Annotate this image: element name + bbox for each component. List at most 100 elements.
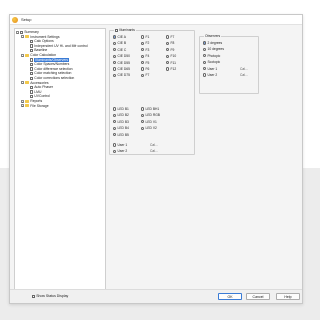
user-illuminant-option[interactable]: User 2 (113, 149, 127, 153)
observer-option[interactable]: User 2 (203, 73, 217, 77)
illuminant-option[interactable]: CIE C (113, 48, 126, 52)
radio-button[interactable] (141, 126, 145, 130)
radio-button[interactable] (141, 35, 145, 39)
observer-option-label: User 2 (207, 73, 218, 77)
illuminant-option[interactable]: F10 (166, 54, 176, 58)
expand-icon[interactable]: + (21, 104, 24, 108)
led-option[interactable]: LED BH1 (141, 107, 159, 111)
led-option-label: LED BH1 (145, 107, 160, 111)
radio-button[interactable] (141, 41, 145, 45)
led-option[interactable]: LED V1 (141, 120, 157, 124)
observer-option[interactable]: 10 degrees (203, 47, 224, 51)
radio-button[interactable] (113, 54, 117, 58)
radio-button[interactable] (141, 120, 145, 124)
illuminants-enable-checkbox[interactable] (115, 29, 118, 33)
radio-button[interactable] (113, 73, 117, 77)
browse-button[interactable]: Cal... (150, 149, 158, 153)
radio-button[interactable] (113, 61, 117, 65)
radio-button[interactable] (203, 47, 207, 51)
ok-button[interactable]: OK (218, 293, 242, 300)
observer-option[interactable]: 2 degrees (203, 41, 222, 45)
radio-button[interactable] (166, 35, 170, 39)
collapse-icon[interactable]: − (21, 35, 24, 39)
browse-button[interactable]: Cal... (150, 143, 158, 147)
led-option[interactable]: LED B1 (113, 107, 129, 111)
radio-button[interactable] (166, 41, 170, 45)
radio-button[interactable] (141, 61, 145, 65)
observer-option[interactable]: User 1 (203, 67, 217, 71)
illuminant-option[interactable]: CIE D75 (113, 73, 130, 77)
radio-button[interactable] (141, 107, 145, 111)
radio-button[interactable] (141, 113, 145, 117)
illuminant-option[interactable]: F1 (141, 35, 149, 39)
radio-button[interactable] (141, 73, 145, 77)
led-option[interactable]: LED RGB (141, 113, 160, 117)
radio-button[interactable] (113, 48, 117, 52)
radio-button[interactable] (113, 113, 117, 117)
radio-button[interactable] (113, 126, 117, 130)
led-option[interactable]: LED B3 (113, 120, 129, 124)
collapse-icon[interactable]: − (21, 53, 24, 57)
illuminant-option[interactable]: CIE B (113, 41, 126, 45)
radio-button[interactable] (113, 41, 117, 45)
illuminant-option[interactable]: F3 (141, 48, 149, 52)
led-option[interactable]: LED V2 (141, 126, 157, 130)
illuminant-option[interactable]: F9 (166, 48, 174, 52)
led-option[interactable]: LED B2 (113, 113, 129, 117)
illuminant-option[interactable]: F5 (141, 61, 149, 65)
illuminant-option[interactable]: F11 (166, 61, 176, 65)
radio-button[interactable] (141, 48, 145, 52)
illuminant-option[interactable]: CIE D65 (113, 67, 130, 71)
observer-option-label: 10 degrees (207, 47, 224, 52)
illuminant-option[interactable]: CIE D55 (113, 61, 130, 65)
radio-button[interactable] (203, 41, 207, 45)
radio-button[interactable] (113, 35, 117, 39)
radio-button[interactable] (166, 54, 170, 58)
radio-button[interactable] (166, 61, 170, 65)
browse-button[interactable]: Cal... (240, 73, 248, 77)
illuminant-option-label: F12 (170, 67, 177, 71)
illuminant-option[interactable]: CIE A (113, 35, 126, 39)
radio-button[interactable] (203, 73, 207, 77)
radio-button[interactable] (166, 48, 170, 52)
tree-item[interactable]: + File Storage (15, 104, 105, 109)
collapse-icon[interactable]: − (16, 30, 19, 34)
browse-button[interactable]: Cal... (240, 67, 248, 71)
illuminant-option[interactable]: F7 (141, 73, 149, 77)
illuminant-option[interactable]: F2 (141, 41, 149, 45)
illuminant-option[interactable]: F6 (141, 67, 149, 71)
radio-button[interactable] (203, 54, 207, 58)
observer-option[interactable]: Scotopic (203, 60, 220, 64)
illuminant-option-label: CIE A (117, 35, 126, 39)
user-illuminant-option[interactable]: User 1 (113, 143, 127, 147)
radio-button[interactable] (113, 149, 117, 153)
illuminant-option[interactable]: F12 (166, 67, 176, 71)
led-option[interactable]: LED B4 (113, 126, 129, 130)
show-status-checkbox[interactable] (32, 294, 35, 298)
illuminant-option[interactable]: F8 (166, 41, 174, 45)
radio-button[interactable] (203, 67, 207, 71)
illuminant-option-label: F11 (170, 60, 176, 65)
radio-button[interactable] (141, 67, 145, 71)
expand-icon[interactable]: + (21, 99, 24, 103)
illuminant-option[interactable]: F4 (141, 54, 149, 58)
illuminant-option-label: F2 (145, 41, 150, 46)
radio-button[interactable] (113, 143, 117, 147)
radio-button[interactable] (113, 107, 117, 111)
led-option[interactable]: LED B5 (113, 133, 129, 137)
radio-button[interactable] (113, 133, 117, 137)
radio-button[interactable] (113, 67, 117, 71)
settings-tree[interactable]: − Summary − Instrument Settings Calc Options… (14, 28, 106, 299)
illuminant-option[interactable]: CIE D50 (113, 54, 130, 58)
illuminant-option[interactable]: F7 (166, 35, 174, 39)
radio-button[interactable] (113, 120, 117, 124)
page-icon (30, 76, 33, 80)
collapse-icon[interactable]: − (21, 81, 24, 85)
radio-button[interactable] (141, 54, 145, 58)
cancel-button[interactable]: Cancel (246, 293, 270, 300)
help-button[interactable]: Help (276, 293, 300, 300)
radio-button[interactable] (203, 60, 207, 64)
radio-button[interactable] (166, 67, 170, 71)
observer-option[interactable]: Photopic (203, 54, 220, 58)
